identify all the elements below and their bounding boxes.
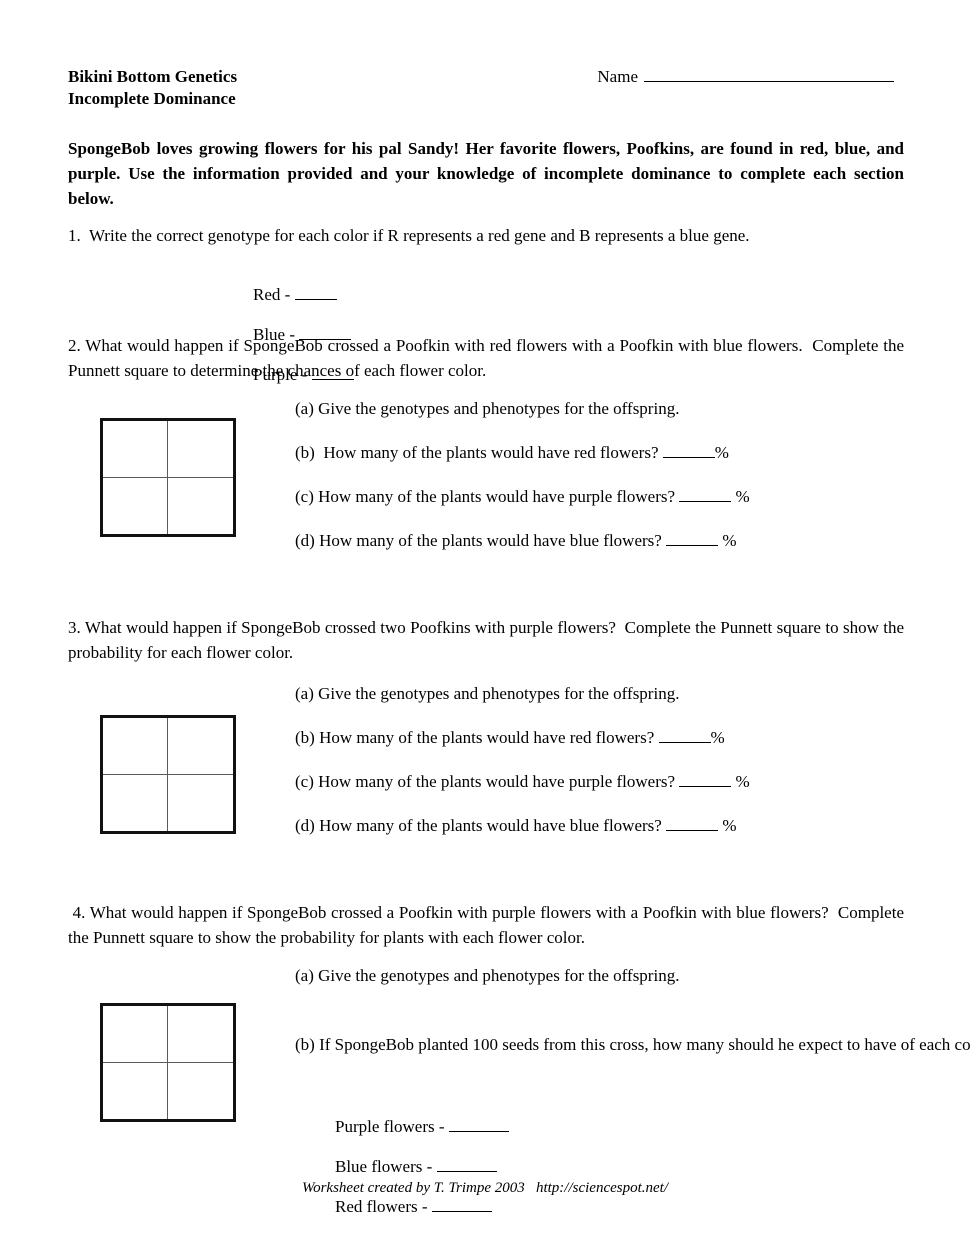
q2-sub-a: (a) Give the genotypes and phenotypes fo…	[295, 399, 680, 418]
q2-sub-c-blank[interactable]	[679, 488, 732, 502]
q3-sub-d-blank[interactable]	[666, 817, 719, 831]
q3-sub-c-unit: %	[731, 772, 750, 791]
punnett-square-question-3[interactable]	[100, 715, 236, 834]
punnett-cell[interactable]	[168, 478, 233, 535]
q2-sub-c: (c) How many of the plants would have pu…	[295, 484, 905, 509]
q2-sub-b-unit: %	[714, 443, 729, 462]
punnett-cell[interactable]	[103, 1062, 168, 1119]
punnett-cell[interactable]	[168, 1063, 233, 1120]
q3-sub-b: (b) How many of the plants would have re…	[295, 725, 905, 750]
question-4-text: 4. What would happen if SpongeBob crosse…	[68, 903, 909, 947]
q1-red-blank[interactable]	[294, 286, 337, 300]
question-2-text: 2. What would happen if SpongeBob crosse…	[68, 336, 909, 380]
punnett-cell[interactable]	[168, 421, 233, 478]
punnett-square-question-4[interactable]	[100, 1003, 236, 1122]
q2-sub-c-text: (c) How many of the plants would have pu…	[295, 487, 680, 506]
q1-red-label: Red -	[253, 285, 295, 304]
question-4-answer-row: Purple flowers - Blue flowers - Red flow…	[318, 1097, 509, 1237]
q3-sub-a: (a) Give the genotypes and phenotypes fo…	[295, 684, 680, 703]
q2-sub-d-blank[interactable]	[666, 532, 719, 546]
footer-credit: Worksheet created by T. Trimpe 2003 http…	[301, 1180, 669, 1196]
q4-red-label: Red flowers -	[335, 1197, 432, 1216]
q4-purple-blank[interactable]	[448, 1118, 509, 1132]
punnett-cell[interactable]	[103, 1006, 168, 1063]
q3-sub-d-text: (d) How many of the plants would have bl…	[295, 816, 667, 835]
q3-sub-d: (d) How many of the plants would have bl…	[295, 813, 905, 838]
question-2-subquestions: (a) Give the genotypes and phenotypes fo…	[295, 396, 905, 553]
page-title: Bikini Bottom Genetics Incomplete Domina…	[68, 67, 238, 108]
punnett-cell[interactable]	[103, 477, 168, 534]
q4-purple-label: Purple flowers -	[335, 1117, 449, 1136]
punnett-cell[interactable]	[168, 775, 233, 832]
q3-sub-c-blank[interactable]	[679, 773, 732, 787]
punnett-cell[interactable]	[168, 718, 233, 775]
q4-sub-a: (a) Give the genotypes and phenotypes fo…	[295, 966, 680, 985]
q4-red-blank[interactable]	[431, 1198, 492, 1212]
q3-sub-b-blank[interactable]	[658, 729, 711, 743]
q3-sub-d-unit: %	[718, 816, 737, 835]
punnett-cell[interactable]	[103, 718, 168, 775]
q2-sub-d-unit: %	[718, 531, 737, 550]
punnett-cell[interactable]	[103, 421, 168, 478]
punnett-square-question-2[interactable]	[100, 418, 236, 537]
q2-sub-b-blank[interactable]	[662, 444, 715, 458]
punnett-cell[interactable]	[168, 1006, 233, 1063]
name-label: Name	[597, 67, 638, 86]
q4-spacer-1	[335, 1137, 344, 1156]
q4-sub-b: (b) If SpongeBob planted 100 seeds from …	[295, 1035, 970, 1054]
question-1-text: 1. Write the correct genotype for each c…	[68, 226, 750, 245]
question-3-text: 3. What would happen if SpongeBob crosse…	[68, 618, 909, 662]
question-3-subquestions: (a) Give the genotypes and phenotypes fo…	[295, 681, 905, 838]
page-header: Bikini Bottom Genetics Incomplete Domina…	[68, 66, 904, 110]
name-input-blank[interactable]	[644, 68, 894, 82]
q3-sub-b-text: (b) How many of the plants would have re…	[295, 728, 659, 747]
punnett-cell[interactable]	[103, 774, 168, 831]
q3-sub-c-text: (c) How many of the plants would have pu…	[295, 772, 680, 791]
q2-sub-c-unit: %	[731, 487, 750, 506]
question-4-subquestions: (a) Give the genotypes and phenotypes fo…	[295, 963, 970, 1057]
worksheet-page: Bikini Bottom Genetics Incomplete Domina…	[0, 0, 970, 1255]
q4-blue-blank[interactable]	[436, 1158, 497, 1172]
q1-spacer-1	[253, 305, 279, 324]
q2-sub-d: (d) How many of the plants would have bl…	[295, 528, 905, 553]
q2-sub-d-text: (d) How many of the plants would have bl…	[295, 531, 667, 550]
q3-sub-b-unit: %	[710, 728, 725, 747]
intro-paragraph: SpongeBob loves growing flowers for his …	[68, 139, 904, 208]
name-field-group: Name	[597, 66, 894, 87]
q2-sub-b: (b) How many of the plants would have re…	[295, 440, 905, 465]
q3-sub-c: (c) How many of the plants would have pu…	[295, 769, 905, 794]
q2-sub-b-text: (b) How many of the plants would have re…	[295, 443, 663, 462]
q4-blue-label: Blue flowers -	[335, 1157, 437, 1176]
